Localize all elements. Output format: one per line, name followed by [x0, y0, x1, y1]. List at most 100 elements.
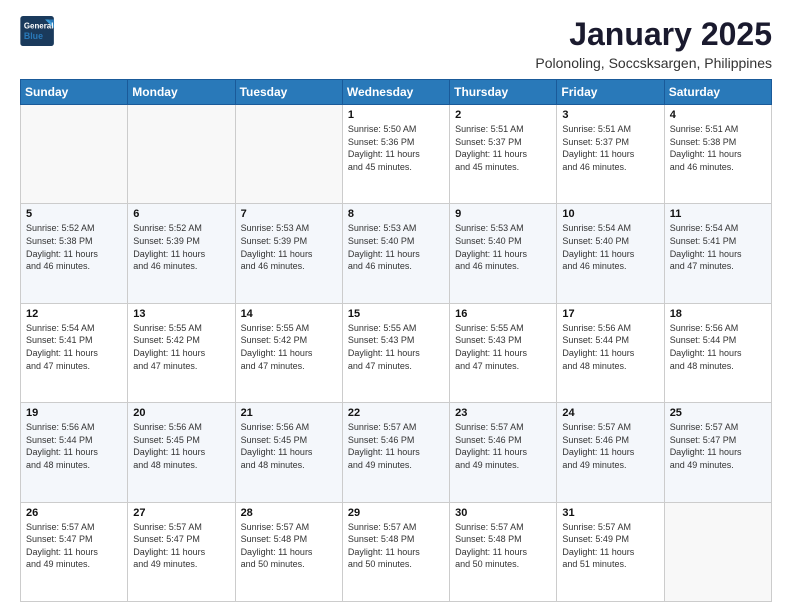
- calendar-cell: 6 Sunrise: 5:52 AM Sunset: 5:39 PM Daylig…: [128, 204, 235, 303]
- calendar-cell: 22 Sunrise: 5:57 AM Sunset: 5:46 PM Dayli…: [342, 403, 449, 502]
- calendar-header-row: Sunday Monday Tuesday Wednesday Thursday…: [21, 80, 772, 105]
- calendar-cell: [664, 502, 771, 601]
- day-info: Sunrise: 5:55 AM Sunset: 5:43 PM Dayligh…: [455, 322, 551, 372]
- day-info: Sunrise: 5:55 AM Sunset: 5:42 PM Dayligh…: [133, 322, 229, 372]
- header: General Blue January 2025 Polonoling, So…: [20, 16, 772, 71]
- day-number: 19: [26, 407, 122, 419]
- day-number: 16: [455, 308, 551, 320]
- day-number: 18: [670, 308, 766, 320]
- calendar-cell: 27 Sunrise: 5:57 AM Sunset: 5:47 PM Dayli…: [128, 502, 235, 601]
- calendar-subtitle: Polonoling, Soccsksargen, Philippines: [535, 55, 772, 71]
- day-info: Sunrise: 5:57 AM Sunset: 5:48 PM Dayligh…: [348, 521, 444, 571]
- calendar-cell: [21, 105, 128, 204]
- calendar-cell: 2 Sunrise: 5:51 AM Sunset: 5:37 PM Daylig…: [450, 105, 557, 204]
- title-block: January 2025 Polonoling, Soccsksargen, P…: [535, 16, 772, 71]
- calendar-cell: 4Sunrise: 5:51 AM Sunset: 5:38 PM Daylig…: [664, 105, 771, 204]
- day-number: 27: [133, 507, 229, 519]
- day-number: 15: [348, 308, 444, 320]
- svg-text:Blue: Blue: [24, 31, 43, 41]
- calendar-cell: 29 Sunrise: 5:57 AM Sunset: 5:48 PM Dayli…: [342, 502, 449, 601]
- day-info: Sunrise: 5:57 AM Sunset: 5:48 PM Dayligh…: [455, 521, 551, 571]
- day-info: Sunrise: 5:57 AM Sunset: 5:47 PM Dayligh…: [133, 521, 229, 571]
- calendar-cell: [128, 105, 235, 204]
- day-number: 1: [348, 109, 444, 121]
- calendar-week-4: 19 Sunrise: 5:56 AM Sunset: 5:44 PM Dayli…: [21, 403, 772, 502]
- day-number: 11: [670, 208, 766, 220]
- day-number: 24: [562, 407, 658, 419]
- day-number: 17: [562, 308, 658, 320]
- calendar-cell: 28 Sunrise: 5:57 AM Sunset: 5:48 PM Dayli…: [235, 502, 342, 601]
- day-number: 14: [241, 308, 337, 320]
- day-info: Sunrise: 5:53 AM Sunset: 5:40 PM Dayligh…: [348, 222, 444, 272]
- calendar-cell: 10 Sunrise: 5:54 AM Sunset: 5:40 PM Dayli…: [557, 204, 664, 303]
- day-info: Sunrise: 5:57 AM Sunset: 5:46 PM Dayligh…: [348, 421, 444, 471]
- day-info: Sunrise: 5:51 AM Sunset: 5:38 PM Dayligh…: [670, 123, 766, 173]
- calendar-cell: 1 Sunrise: 5:50 AM Sunset: 5:36 PM Daylig…: [342, 105, 449, 204]
- col-wednesday: Wednesday: [342, 80, 449, 105]
- calendar-cell: 16 Sunrise: 5:55 AM Sunset: 5:43 PM Dayli…: [450, 303, 557, 402]
- calendar-week-1: 1 Sunrise: 5:50 AM Sunset: 5:36 PM Daylig…: [21, 105, 772, 204]
- calendar-cell: 18 Sunrise: 5:56 AM Sunset: 5:44 PM Dayli…: [664, 303, 771, 402]
- calendar-cell: 24 Sunrise: 5:57 AM Sunset: 5:46 PM Dayli…: [557, 403, 664, 502]
- col-tuesday: Tuesday: [235, 80, 342, 105]
- day-info: Sunrise: 5:52 AM Sunset: 5:39 PM Dayligh…: [133, 222, 229, 272]
- day-info: Sunrise: 5:55 AM Sunset: 5:43 PM Dayligh…: [348, 322, 444, 372]
- day-info: Sunrise: 5:57 AM Sunset: 5:46 PM Dayligh…: [562, 421, 658, 471]
- day-number: 22: [348, 407, 444, 419]
- calendar-week-2: 5 Sunrise: 5:52 AM Sunset: 5:38 PM Daylig…: [21, 204, 772, 303]
- calendar-title: January 2025: [535, 16, 772, 53]
- day-number: 6: [133, 208, 229, 220]
- calendar-cell: 14 Sunrise: 5:55 AM Sunset: 5:42 PM Dayli…: [235, 303, 342, 402]
- day-info: Sunrise: 5:52 AM Sunset: 5:38 PM Dayligh…: [26, 222, 122, 272]
- day-info: Sunrise: 5:56 AM Sunset: 5:44 PM Dayligh…: [670, 322, 766, 372]
- calendar-cell: 23 Sunrise: 5:57 AM Sunset: 5:46 PM Dayli…: [450, 403, 557, 502]
- day-info: Sunrise: 5:57 AM Sunset: 5:47 PM Dayligh…: [26, 521, 122, 571]
- day-number: 12: [26, 308, 122, 320]
- day-info: Sunrise: 5:54 AM Sunset: 5:40 PM Dayligh…: [562, 222, 658, 272]
- day-info: Sunrise: 5:56 AM Sunset: 5:45 PM Dayligh…: [241, 421, 337, 471]
- day-info: Sunrise: 5:57 AM Sunset: 5:48 PM Dayligh…: [241, 521, 337, 571]
- calendar-cell: 11 Sunrise: 5:54 AM Sunset: 5:41 PM Dayli…: [664, 204, 771, 303]
- day-info: Sunrise: 5:55 AM Sunset: 5:42 PM Dayligh…: [241, 322, 337, 372]
- day-info: Sunrise: 5:57 AM Sunset: 5:46 PM Dayligh…: [455, 421, 551, 471]
- day-number: 2: [455, 109, 551, 121]
- day-number: 9: [455, 208, 551, 220]
- calendar-cell: 12Sunrise: 5:54 AM Sunset: 5:41 PM Dayli…: [21, 303, 128, 402]
- day-info: Sunrise: 5:57 AM Sunset: 5:47 PM Dayligh…: [670, 421, 766, 471]
- day-info: Sunrise: 5:56 AM Sunset: 5:45 PM Dayligh…: [133, 421, 229, 471]
- col-thursday: Thursday: [450, 80, 557, 105]
- calendar-cell: 30Sunrise: 5:57 AM Sunset: 5:48 PM Dayli…: [450, 502, 557, 601]
- calendar-cell: 31Sunrise: 5:57 AM Sunset: 5:49 PM Dayli…: [557, 502, 664, 601]
- day-info: Sunrise: 5:54 AM Sunset: 5:41 PM Dayligh…: [670, 222, 766, 272]
- day-number: 3: [562, 109, 658, 121]
- day-info: Sunrise: 5:56 AM Sunset: 5:44 PM Dayligh…: [562, 322, 658, 372]
- day-info: Sunrise: 5:50 AM Sunset: 5:36 PM Dayligh…: [348, 123, 444, 173]
- day-number: 28: [241, 507, 337, 519]
- logo-icon: General Blue: [20, 16, 56, 46]
- calendar-cell: 3 Sunrise: 5:51 AM Sunset: 5:37 PM Daylig…: [557, 105, 664, 204]
- day-number: 10: [562, 208, 658, 220]
- day-number: 25: [670, 407, 766, 419]
- day-info: Sunrise: 5:51 AM Sunset: 5:37 PM Dayligh…: [455, 123, 551, 173]
- calendar-cell: 26 Sunrise: 5:57 AM Sunset: 5:47 PM Dayli…: [21, 502, 128, 601]
- calendar-cell: 7Sunrise: 5:53 AM Sunset: 5:39 PM Daylig…: [235, 204, 342, 303]
- logo: General Blue: [20, 16, 56, 46]
- day-number: 5: [26, 208, 122, 220]
- calendar-cell: 21 Sunrise: 5:56 AM Sunset: 5:45 PM Dayli…: [235, 403, 342, 502]
- page: General Blue January 2025 Polonoling, So…: [0, 0, 792, 612]
- calendar-cell: 15 Sunrise: 5:55 AM Sunset: 5:43 PM Dayli…: [342, 303, 449, 402]
- day-number: 20: [133, 407, 229, 419]
- day-number: 21: [241, 407, 337, 419]
- day-info: Sunrise: 5:56 AM Sunset: 5:44 PM Dayligh…: [26, 421, 122, 471]
- day-number: 23: [455, 407, 551, 419]
- day-info: Sunrise: 5:53 AM Sunset: 5:39 PM Dayligh…: [241, 222, 337, 272]
- day-info: Sunrise: 5:51 AM Sunset: 5:37 PM Dayligh…: [562, 123, 658, 173]
- col-friday: Friday: [557, 80, 664, 105]
- day-info: Sunrise: 5:57 AM Sunset: 5:49 PM Dayligh…: [562, 521, 658, 571]
- day-number: 29: [348, 507, 444, 519]
- day-number: 26: [26, 507, 122, 519]
- calendar-cell: 8Sunrise: 5:53 AM Sunset: 5:40 PM Daylig…: [342, 204, 449, 303]
- calendar-cell: 20 Sunrise: 5:56 AM Sunset: 5:45 PM Dayli…: [128, 403, 235, 502]
- calendar-cell: 17 Sunrise: 5:56 AM Sunset: 5:44 PM Dayli…: [557, 303, 664, 402]
- calendar-cell: 5 Sunrise: 5:52 AM Sunset: 5:38 PM Daylig…: [21, 204, 128, 303]
